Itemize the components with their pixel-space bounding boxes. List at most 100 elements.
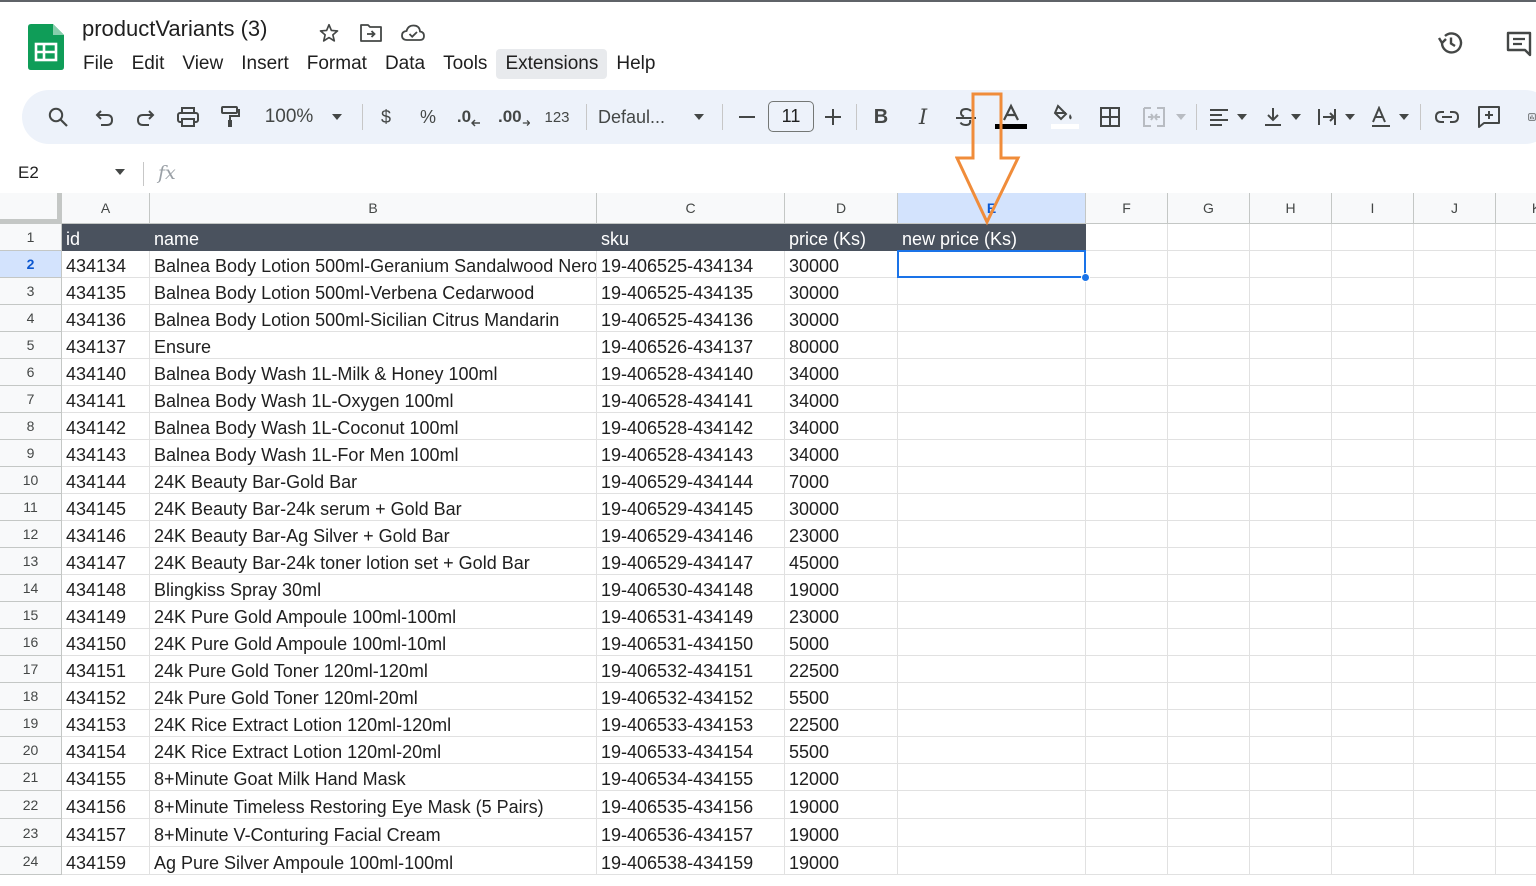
table-cell[interactable]	[1496, 764, 1536, 791]
zoom-select[interactable]: 100%	[256, 90, 322, 144]
table-cell[interactable]	[1414, 737, 1496, 764]
menu-format[interactable]: Format	[298, 49, 376, 79]
table-cell[interactable]	[1332, 359, 1414, 386]
table-cell[interactable]	[1496, 440, 1536, 467]
table-cell[interactable]: 434150	[62, 629, 150, 656]
table-cell[interactable]	[1168, 764, 1250, 791]
table-cell[interactable]	[898, 602, 1086, 629]
table-cell[interactable]: 24K Pure Gold Ampoule 100ml-100ml	[150, 602, 597, 629]
valign-dropdown-icon[interactable]	[1288, 90, 1304, 144]
table-cell[interactable]	[1332, 305, 1414, 332]
table-cell[interactable]	[1332, 332, 1414, 359]
table-cell[interactable]	[1086, 710, 1168, 737]
table-cell[interactable]	[898, 305, 1086, 332]
table-cell[interactable]	[1168, 575, 1250, 602]
column-header-b[interactable]: B	[150, 193, 597, 224]
table-cell[interactable]	[1332, 656, 1414, 683]
vertical-align-icon[interactable]	[1258, 90, 1288, 144]
table-cell[interactable]	[1086, 819, 1168, 847]
table-cell[interactable]	[1168, 629, 1250, 656]
table-cell[interactable]	[1168, 359, 1250, 386]
table-cell[interactable]	[1250, 224, 1332, 251]
table-cell[interactable]	[1414, 819, 1496, 847]
table-cell[interactable]	[1496, 737, 1536, 764]
table-cell[interactable]	[1168, 521, 1250, 548]
insert-link-icon[interactable]	[1432, 90, 1462, 144]
table-cell[interactable]: 19-406531-434150	[597, 629, 785, 656]
table-cell[interactable]: Balnea Body Lotion 500ml-Sicilian Citrus…	[150, 305, 597, 332]
table-cell[interactable]	[1168, 224, 1250, 251]
table-cell[interactable]: 19-406532-434152	[597, 683, 785, 710]
menu-tools[interactable]: Tools	[434, 49, 496, 79]
table-cell[interactable]	[1086, 278, 1168, 305]
table-cell[interactable]	[1332, 575, 1414, 602]
table-cell[interactable]: 434144	[62, 467, 150, 494]
table-cell[interactable]: 24K Pure Gold Ampoule 100ml-10ml	[150, 629, 597, 656]
table-cell[interactable]	[898, 413, 1086, 440]
table-cell[interactable]	[1414, 602, 1496, 629]
table-cell[interactable]	[898, 656, 1086, 683]
table-cell[interactable]	[1414, 305, 1496, 332]
table-cell[interactable]: 24k Pure Gold Toner 120ml-120ml	[150, 656, 597, 683]
table-cell[interactable]	[1086, 413, 1168, 440]
column-header-g[interactable]: G	[1168, 193, 1250, 224]
table-cell[interactable]	[1086, 521, 1168, 548]
table-cell[interactable]: 434159	[62, 847, 150, 875]
table-cell[interactable]: 434148	[62, 575, 150, 602]
bold-button[interactable]: B	[868, 90, 894, 144]
row-header[interactable]: 10	[0, 467, 62, 494]
header-cell[interactable]: new price (Ks)	[898, 224, 1086, 251]
table-cell[interactable]	[1250, 440, 1332, 467]
table-cell[interactable]: 34000	[785, 386, 898, 413]
table-cell[interactable]: 12000	[785, 764, 898, 791]
table-cell[interactable]	[1414, 683, 1496, 710]
borders-icon[interactable]	[1096, 90, 1124, 144]
table-cell[interactable]: 24K Beauty Bar-24k toner lotion set + Go…	[150, 548, 597, 575]
row-header[interactable]: 15	[0, 602, 62, 629]
table-cell[interactable]: 19-406529-434144	[597, 467, 785, 494]
table-cell[interactable]	[1496, 224, 1536, 251]
table-cell[interactable]	[1496, 629, 1536, 656]
table-cell[interactable]	[1086, 575, 1168, 602]
table-cell[interactable]: Balnea Body Wash 1L-Milk & Honey 100ml	[150, 359, 597, 386]
name-box-dropdown-icon[interactable]	[114, 168, 126, 176]
table-cell[interactable]: 19-406529-434145	[597, 494, 785, 521]
row-header[interactable]: 23	[0, 819, 62, 847]
table-cell[interactable]: 19-406525-434134	[597, 251, 785, 278]
table-cell[interactable]: 8+Minute Goat Milk Hand Mask	[150, 764, 597, 791]
table-cell[interactable]: 434145	[62, 494, 150, 521]
undo-icon[interactable]	[90, 90, 118, 144]
table-cell[interactable]	[1496, 305, 1536, 332]
table-cell[interactable]	[1496, 494, 1536, 521]
table-cell[interactable]: 19000	[785, 847, 898, 875]
table-cell[interactable]	[1168, 386, 1250, 413]
row-header[interactable]: 14	[0, 575, 62, 602]
table-cell[interactable]	[1332, 629, 1414, 656]
table-cell[interactable]	[1168, 278, 1250, 305]
table-cell[interactable]: 24k Pure Gold Toner 120ml-20ml	[150, 683, 597, 710]
table-cell[interactable]: 19-406533-434154	[597, 737, 785, 764]
table-cell[interactable]	[1414, 656, 1496, 683]
table-cell[interactable]	[898, 629, 1086, 656]
table-cell[interactable]: 434152	[62, 683, 150, 710]
table-cell[interactable]	[898, 386, 1086, 413]
table-cell[interactable]: 24K Beauty Bar-Ag Silver + Gold Bar	[150, 521, 597, 548]
table-cell[interactable]	[1168, 251, 1250, 278]
merge-cells-icon[interactable]	[1140, 90, 1168, 144]
table-cell[interactable]	[1250, 764, 1332, 791]
table-cell[interactable]: 30000	[785, 251, 898, 278]
table-cell[interactable]: 434149	[62, 602, 150, 629]
table-cell[interactable]	[1086, 791, 1168, 819]
table-cell[interactable]	[898, 683, 1086, 710]
increase-font-size-icon[interactable]	[820, 90, 846, 144]
table-cell[interactable]	[898, 332, 1086, 359]
formula-input[interactable]	[190, 158, 1530, 188]
table-cell[interactable]	[1496, 847, 1536, 875]
table-cell[interactable]	[1496, 332, 1536, 359]
table-cell[interactable]: 19-406525-434135	[597, 278, 785, 305]
row-header[interactable]: 3	[0, 278, 62, 305]
table-cell[interactable]	[1496, 413, 1536, 440]
table-cell[interactable]: 34000	[785, 413, 898, 440]
table-cell[interactable]: 23000	[785, 521, 898, 548]
table-cell[interactable]	[898, 710, 1086, 737]
